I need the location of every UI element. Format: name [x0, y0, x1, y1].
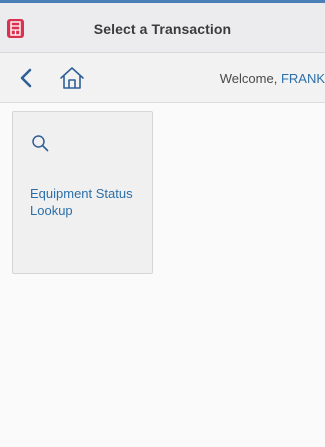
page-title: Select a Transaction	[93, 21, 232, 37]
user-name: FRANK	[280, 71, 325, 86]
title-bar: Select a Transaction	[0, 3, 325, 53]
welcome-prefix: Welcome,	[219, 71, 281, 86]
tile-label: Equipment Status Lookup	[30, 186, 133, 218]
search-icon	[32, 135, 49, 152]
tile-container: Equipment Status Lookup	[0, 103, 325, 447]
home-icon	[60, 67, 84, 89]
tile-equipment-status-lookup[interactable]: Equipment Status Lookup	[12, 111, 153, 274]
welcome-message: Welcome, FRANK	[220, 71, 325, 86]
home-button[interactable]	[58, 65, 86, 91]
chevron-left-icon	[20, 68, 32, 88]
back-button[interactable]	[16, 67, 36, 89]
app-window: Select a Transaction Welcome, FRANK Equi…	[0, 0, 325, 447]
nav-bar: Welcome, FRANK	[0, 53, 325, 103]
